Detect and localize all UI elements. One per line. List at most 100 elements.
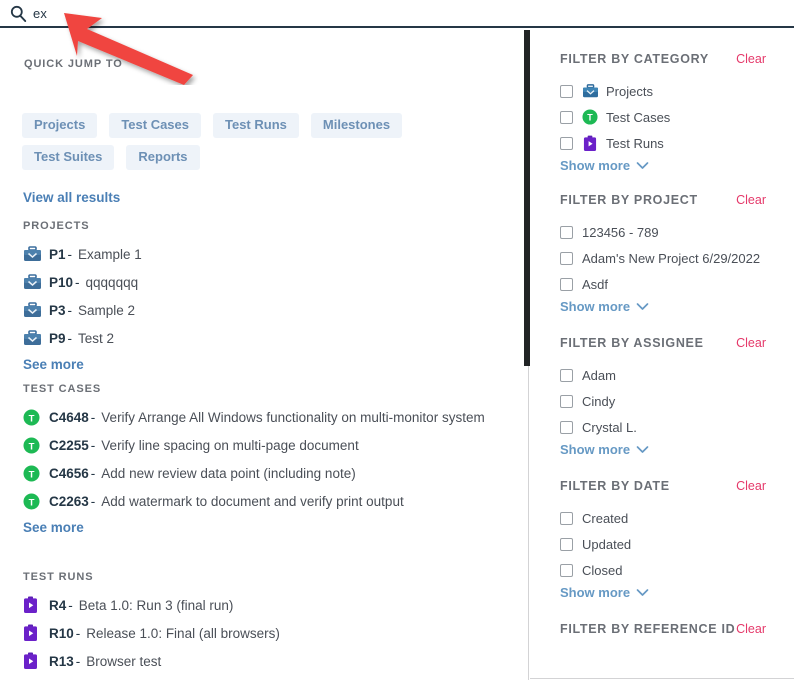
result-id: P3 [49, 302, 66, 318]
filter-option-label: Cindy [582, 393, 616, 409]
filter-section-assignee: FILTER BY ASSIGNEE Clear Adam Cindy Crys… [560, 336, 794, 457]
filter-section-title: FILTER BY CATEGORY [560, 52, 709, 66]
result-item-p10[interactable]: P10 - qqqqqqq [23, 268, 523, 296]
clear-assignee-filter[interactable]: Clear [736, 336, 766, 350]
result-title: Example 1 [78, 246, 142, 262]
result-title: Verify Arrange All Windows functionality… [101, 409, 485, 425]
filter-option-adam[interactable]: Adam [560, 362, 794, 388]
show-more-label: Show more [560, 585, 631, 600]
result-dash: - [90, 409, 96, 425]
quick-jump-chip-test-runs[interactable]: Test Runs [213, 113, 299, 138]
result-id: R4 [49, 597, 67, 613]
filter-option-label: Created [582, 510, 629, 526]
checkbox-projects[interactable] [560, 84, 573, 98]
filter-option-test-runs[interactable]: Test Runs [560, 130, 794, 156]
filter-option-asdf[interactable]: Asdf [560, 271, 794, 297]
result-title: Add watermark to document and verify pri… [101, 493, 404, 509]
result-item-c4656[interactable]: T C4656 - Add new review data point (inc… [23, 459, 523, 487]
quick-jump-chip-reports[interactable]: Reports [126, 145, 200, 170]
result-item-c2263[interactable]: T C2263 - Add watermark to document and … [23, 487, 523, 515]
results-group-test-runs: TEST RUNS R4 - Beta 1.0: Run 3 (final ru… [23, 571, 523, 675]
filter-option-adams-new-project[interactable]: Adam's New Project 6/29/2022 [560, 245, 794, 271]
result-title: Sample 2 [78, 302, 136, 318]
result-dash: - [68, 597, 73, 613]
briefcase-icon [23, 301, 49, 319]
view-all-results-link[interactable]: View all results [23, 190, 120, 205]
result-title: Release 1.0: Final (all browsers) [86, 625, 280, 641]
result-item-r13[interactable]: R13 - Browser test [23, 647, 523, 675]
result-title: qqqqqqq [85, 274, 139, 290]
svg-text:T: T [587, 113, 593, 123]
result-dash: - [90, 493, 96, 509]
briefcase-icon [23, 273, 49, 291]
test-case-icon: T [23, 493, 49, 510]
result-dash: - [67, 246, 73, 262]
result-item-c4648[interactable]: T C4648 - Verify Arrange All Windows fun… [23, 403, 523, 431]
filter-option-crystal-l[interactable]: Crystal L. [560, 414, 794, 440]
clear-category-filter[interactable]: Clear [736, 52, 766, 66]
show-more-category[interactable]: Show more [560, 158, 794, 173]
clear-project-filter[interactable]: Clear [736, 193, 766, 207]
result-dash: - [90, 465, 96, 481]
filter-section-date: FILTER BY DATE Clear Created Updated Clo… [560, 479, 794, 600]
result-id: P1 [49, 246, 66, 262]
result-item-p3[interactable]: P3 - Sample 2 [23, 296, 523, 324]
quick-jump-chip-test-suites[interactable]: Test Suites [22, 145, 115, 170]
filter-section-header: FILTER BY REFERENCE ID Clear [560, 622, 766, 636]
show-more-date[interactable]: Show more [560, 585, 794, 600]
checkbox-date-updated[interactable] [560, 537, 573, 551]
filter-option-label: Adam [582, 367, 616, 383]
see-more-projects[interactable]: See more [23, 357, 523, 372]
show-more-project[interactable]: Show more [560, 299, 794, 314]
result-item-p9[interactable]: P9 - Test 2 [23, 324, 523, 352]
result-item-r10[interactable]: R10 - Release 1.0: Final (all browsers) [23, 619, 523, 647]
quick-jump-chip-milestones[interactable]: Milestones [310, 113, 403, 138]
checkbox-test-runs[interactable] [560, 136, 573, 150]
filter-option-label: Asdf [582, 276, 609, 292]
search-results-panel: QUICK JUMP TO Projects Test Cases Test R… [0, 28, 529, 680]
filter-option-123456-789[interactable]: 123456 - 789 [560, 219, 794, 245]
show-more-label: Show more [560, 299, 631, 314]
filter-option-test-cases[interactable]: T Test Cases [560, 104, 794, 130]
test-run-icon [23, 596, 49, 614]
filters-bottom-divider [530, 678, 794, 679]
results-group-label: TEST CASES [23, 383, 102, 395]
test-run-icon [578, 135, 602, 152]
global-search-bar[interactable]: ex [0, 0, 794, 28]
filter-section-header: FILTER BY DATE Clear [560, 479, 766, 493]
filter-option-created[interactable]: Created [560, 505, 794, 531]
filter-option-label: Crystal L. [582, 419, 637, 435]
checkbox-date-closed[interactable] [560, 563, 573, 577]
svg-text:T: T [29, 497, 35, 508]
filter-option-closed[interactable]: Closed [560, 557, 794, 583]
checkbox-assignee-crystal[interactable] [560, 420, 573, 434]
result-id: C2263 [49, 493, 89, 509]
checkbox-project-2[interactable] [560, 251, 573, 265]
show-more-assignee[interactable]: Show more [560, 442, 794, 457]
quick-jump-chip-projects[interactable]: Projects [22, 113, 98, 138]
search-input[interactable]: ex [33, 6, 47, 21]
result-id: R10 [49, 625, 74, 641]
briefcase-icon [23, 329, 49, 347]
see-more-test-cases[interactable]: See more [23, 520, 523, 535]
checkbox-project-3[interactable] [560, 277, 573, 291]
quick-jump-chip-test-cases[interactable]: Test Cases [109, 113, 201, 138]
checkbox-test-cases[interactable] [560, 110, 573, 124]
result-dash: - [75, 625, 81, 641]
result-dash: - [90, 437, 96, 453]
filter-option-cindy[interactable]: Cindy [560, 388, 794, 414]
checkbox-date-created[interactable] [560, 511, 573, 525]
result-dash: - [67, 330, 73, 346]
filter-option-projects[interactable]: Projects [560, 78, 794, 104]
clear-reference-id-filter[interactable]: Clear [736, 622, 766, 636]
result-item-c2255[interactable]: T C2255 - Verify line spacing on multi-p… [23, 431, 523, 459]
filter-option-updated[interactable]: Updated [560, 531, 794, 557]
clear-date-filter[interactable]: Clear [736, 479, 766, 493]
checkbox-assignee-cindy[interactable] [560, 394, 573, 408]
result-item-r4[interactable]: R4 - Beta 1.0: Run 3 (final run) [23, 591, 523, 619]
filter-section-category: FILTER BY CATEGORY Clear Projects T Test… [560, 52, 794, 173]
filter-section-title: FILTER BY DATE [560, 479, 670, 493]
result-item-p1[interactable]: P1 - Example 1 [23, 240, 523, 268]
checkbox-assignee-adam[interactable] [560, 368, 573, 382]
checkbox-project-1[interactable] [560, 225, 573, 239]
